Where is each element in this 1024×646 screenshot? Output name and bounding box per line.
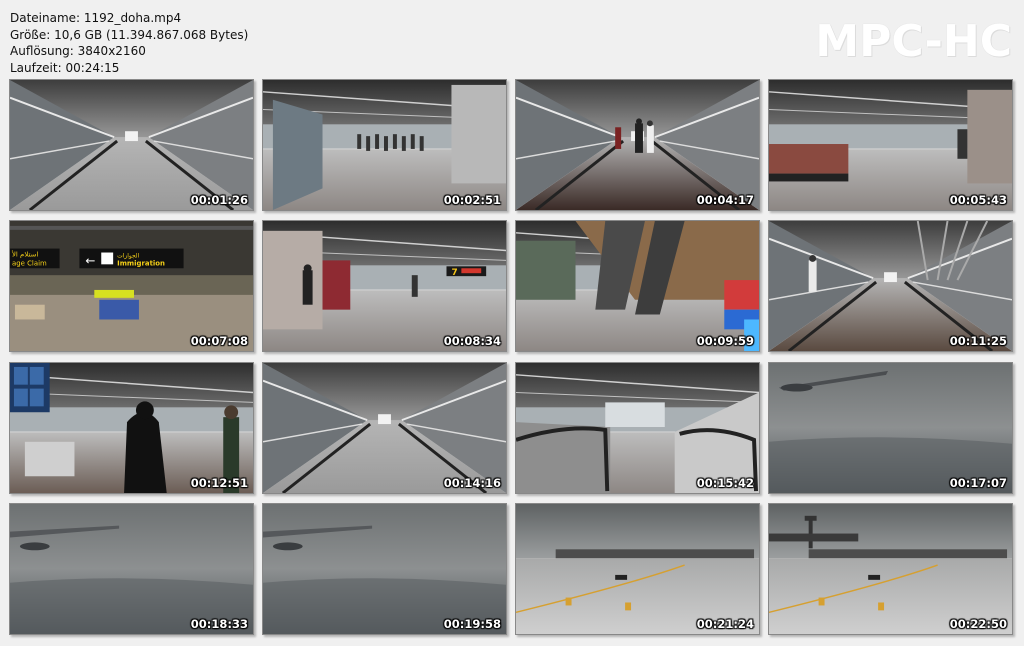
video-duration: Laufzeit: 00:24:15 — [10, 60, 120, 75]
thumbnail-timestamp: 00:08:34 — [443, 334, 501, 348]
mpc-hc-logo: MPC-HC — [815, 16, 1012, 67]
thumbnail-frame: 00:15:42 — [515, 362, 760, 494]
file-info: Dateiname: 1192_doha.mp4 Größe: 10,6 GB … — [10, 10, 248, 76]
thumbnail-frame: 00:22:50 — [768, 503, 1013, 635]
thumbnail-timestamp: 00:04:17 — [696, 193, 754, 207]
thumbnail-timestamp: 00:09:59 — [696, 334, 754, 348]
thumbnail-timestamp: 00:19:58 — [443, 617, 501, 631]
thumbnail-frame: 00:19:58 — [262, 503, 507, 635]
thumbnail-timestamp: 00:01:26 — [190, 193, 248, 207]
thumbnail-frame: 00:02:51 — [262, 79, 507, 211]
thumbnail-frame: 00:04:17 — [515, 79, 760, 211]
thumbnail-timestamp: 00:21:24 — [696, 617, 754, 631]
thumbnail-frame: 7 00:08:34 — [262, 220, 507, 352]
svg-text:age Claim: age Claim — [12, 259, 47, 267]
svg-text:استلام الأ: استلام الأ — [11, 249, 38, 258]
mpc-hc-thumbnail-sheet: Dateiname: 1192_doha.mp4 Größe: 10,6 GB … — [0, 0, 1024, 646]
thumbnail-timestamp: 00:11:25 — [949, 334, 1007, 348]
svg-text:7: 7 — [451, 268, 457, 278]
thumbnail-timestamp: 00:07:08 — [190, 334, 248, 348]
thumbnail-timestamp: 00:14:16 — [443, 476, 501, 490]
thumbnail-frame: استلام الأ age Claim ← الجوازات Immigrat… — [9, 220, 254, 352]
thumbnail-frame: 00:01:26 — [9, 79, 254, 211]
thumbnail-frame: 00:21:24 — [515, 503, 760, 635]
file-name: Dateiname: 1192_doha.mp4 — [10, 11, 182, 25]
thumbnail-frame: 00:11:25 — [768, 220, 1013, 352]
svg-text:←: ← — [85, 253, 95, 267]
thumbnail-frame: 00:05:43 — [768, 79, 1013, 211]
video-resolution: Auflösung: 3840x2160 — [10, 44, 146, 58]
svg-text:Immigration: Immigration — [117, 259, 165, 267]
thumbnail-timestamp: 00:15:42 — [696, 476, 754, 490]
thumbnail-timestamp: 00:02:51 — [443, 193, 501, 207]
thumbnail-grid: 00:01:26 00:02:51 00:04:17 00:05:43 استل… — [9, 79, 1013, 637]
thumbnail-timestamp: 00:17:07 — [949, 476, 1007, 490]
thumbnail-frame: 00:18:33 — [9, 503, 254, 635]
thumbnail-timestamp: 00:18:33 — [190, 617, 248, 631]
thumbnail-frame: 00:09:59 — [515, 220, 760, 352]
file-size: Größe: 10,6 GB (11.394.867.068 Bytes) — [10, 27, 249, 42]
thumbnail-frame: 00:12:51 — [9, 362, 254, 494]
thumbnail-frame: 00:14:16 — [262, 362, 507, 494]
thumbnail-timestamp: 00:22:50 — [949, 617, 1007, 631]
thumbnail-timestamp: 00:05:43 — [949, 193, 1007, 207]
thumbnail-frame: 00:17:07 — [768, 362, 1013, 494]
thumbnail-timestamp: 00:12:51 — [190, 476, 248, 490]
